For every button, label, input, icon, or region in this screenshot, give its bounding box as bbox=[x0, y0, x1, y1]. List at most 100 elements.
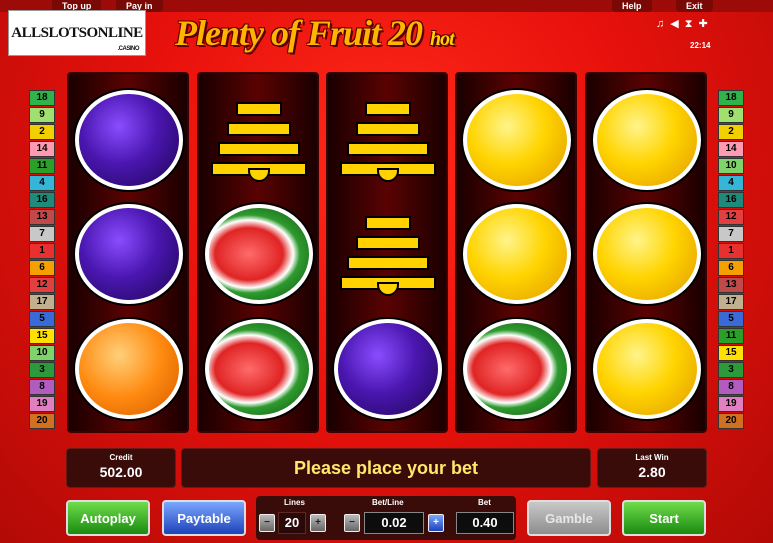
credit-value: 502.00 bbox=[99, 464, 143, 480]
lines-label: Lines bbox=[284, 498, 305, 507]
payline-marker: 19 bbox=[29, 396, 55, 412]
betline-label: Bet/Line bbox=[372, 498, 404, 507]
lemon-icon bbox=[463, 204, 571, 304]
payline-marker: 15 bbox=[718, 345, 744, 361]
bell-bar bbox=[356, 122, 420, 136]
lines-plus-button[interactable]: + bbox=[310, 514, 326, 532]
payline-marker: 11 bbox=[718, 328, 744, 344]
reel-3 bbox=[326, 72, 448, 433]
orange-icon bbox=[75, 319, 183, 419]
music-icon[interactable]: ♫ bbox=[656, 18, 670, 30]
payline-marker: 2 bbox=[718, 124, 744, 140]
bet-label: Bet bbox=[478, 498, 491, 507]
paytable-button[interactable]: Paytable bbox=[162, 500, 246, 536]
plum-icon bbox=[334, 319, 442, 419]
reel-2 bbox=[197, 72, 319, 433]
lastwin-label: Last Win bbox=[635, 453, 669, 462]
bell-icon bbox=[205, 90, 313, 190]
start-button[interactable]: Start bbox=[622, 500, 706, 536]
payline-marker: 8 bbox=[29, 379, 55, 395]
payline-marker: 16 bbox=[718, 192, 744, 208]
autoplay-button[interactable]: Autoplay bbox=[66, 500, 150, 536]
betline-minus-button[interactable]: − bbox=[344, 514, 360, 532]
lemon-icon bbox=[593, 319, 701, 419]
fullscreen-icon[interactable]: ✚ bbox=[698, 18, 713, 30]
clock: 22:14 bbox=[690, 41, 711, 50]
bell-bar bbox=[365, 102, 411, 116]
payline-marker: 20 bbox=[718, 413, 744, 429]
bell-bar bbox=[347, 142, 429, 156]
payline-marker: 18 bbox=[29, 90, 55, 106]
paylines-right: 18 9 2 14 10 4 16 12 7 1 6 13 17 5 11 15 3 8 19 20 bbox=[718, 90, 744, 430]
payline-marker: 2 bbox=[29, 124, 55, 140]
payline-marker: 19 bbox=[718, 396, 744, 412]
plum-icon bbox=[75, 204, 183, 304]
title-num: 20 bbox=[388, 13, 423, 53]
bell-bar bbox=[236, 102, 282, 116]
help-link[interactable]: Help bbox=[612, 0, 652, 12]
lastwin-panel: Last Win 2.80 bbox=[597, 448, 707, 488]
payline-marker: 12 bbox=[29, 277, 55, 293]
title-hot: hot bbox=[430, 28, 455, 50]
credit-label: Credit bbox=[109, 453, 133, 462]
payline-marker: 10 bbox=[29, 345, 55, 361]
plum-icon bbox=[75, 90, 183, 190]
lastwin-value: 2.80 bbox=[638, 464, 666, 480]
payline-marker: 10 bbox=[718, 158, 744, 174]
payline-marker: 1 bbox=[29, 243, 55, 259]
bell-icon bbox=[334, 90, 442, 190]
payline-marker: 4 bbox=[29, 175, 55, 191]
system-icons: ♫◀⧗✚ bbox=[656, 17, 714, 31]
payline-marker: 3 bbox=[718, 362, 744, 378]
melon-icon bbox=[205, 204, 313, 304]
betline-plus-button[interactable]: + bbox=[428, 514, 444, 532]
payline-marker: 18 bbox=[718, 90, 744, 106]
payline-marker: 17 bbox=[29, 294, 55, 310]
payline-marker: 15 bbox=[29, 328, 55, 344]
payline-marker: 13 bbox=[29, 209, 55, 225]
payline-marker: 8 bbox=[718, 379, 744, 395]
title-main: Plenty of Fruit bbox=[175, 13, 381, 53]
payline-marker: 4 bbox=[718, 175, 744, 191]
bell-bar bbox=[365, 216, 411, 230]
bell-bar bbox=[356, 236, 420, 250]
gamble-button[interactable]: Gamble bbox=[527, 500, 611, 536]
payline-marker: 6 bbox=[29, 260, 55, 276]
bell-bar bbox=[218, 142, 300, 156]
payline-marker: 17 bbox=[718, 294, 744, 310]
bell-bar bbox=[347, 256, 429, 270]
bell-bar bbox=[227, 122, 291, 136]
payline-marker: 7 bbox=[29, 226, 55, 242]
payline-marker: 9 bbox=[718, 107, 744, 123]
payline-marker: 5 bbox=[29, 311, 55, 327]
credit-panel: Credit 502.00 bbox=[66, 448, 176, 488]
logo-sub: .CASINO bbox=[117, 46, 139, 52]
lines-value: 20 bbox=[278, 512, 306, 534]
reel-5 bbox=[585, 72, 707, 433]
payline-marker: 9 bbox=[29, 107, 55, 123]
payline-marker: 7 bbox=[718, 226, 744, 242]
lines-minus-button[interactable]: − bbox=[259, 514, 275, 532]
exit-link[interactable]: Exit bbox=[676, 0, 713, 12]
melon-icon bbox=[205, 319, 313, 419]
payline-marker: 5 bbox=[718, 311, 744, 327]
payline-marker: 12 bbox=[718, 209, 744, 225]
reel-4 bbox=[455, 72, 577, 433]
melon-icon bbox=[463, 319, 571, 419]
payline-marker: 6 bbox=[718, 260, 744, 276]
bet-value: 0.40 bbox=[456, 512, 514, 534]
lemon-icon bbox=[463, 90, 571, 190]
payline-marker: 1 bbox=[718, 243, 744, 259]
paylines-left: 18 9 2 14 11 4 16 13 7 1 6 12 17 5 15 10 3 8 19 20 bbox=[29, 90, 55, 430]
bell-icon bbox=[334, 204, 442, 304]
bet-controls: Lines Bet/Line Bet − 20 + − 0.02 + 0.40 bbox=[256, 496, 516, 540]
payline-marker: 14 bbox=[718, 141, 744, 157]
game-title: Plenty of Fruit 20 hot bbox=[175, 12, 605, 56]
sound-icon[interactable]: ◀ bbox=[670, 18, 684, 30]
payline-marker: 16 bbox=[29, 192, 55, 208]
settings-icon[interactable]: ⧗ bbox=[685, 18, 699, 30]
bell-clapper bbox=[377, 168, 399, 182]
casino-logo: ALLSLOTSONLINE .CASINO bbox=[8, 10, 146, 56]
status-message: Please place your bet bbox=[293, 457, 479, 478]
payline-marker: 14 bbox=[29, 141, 55, 157]
